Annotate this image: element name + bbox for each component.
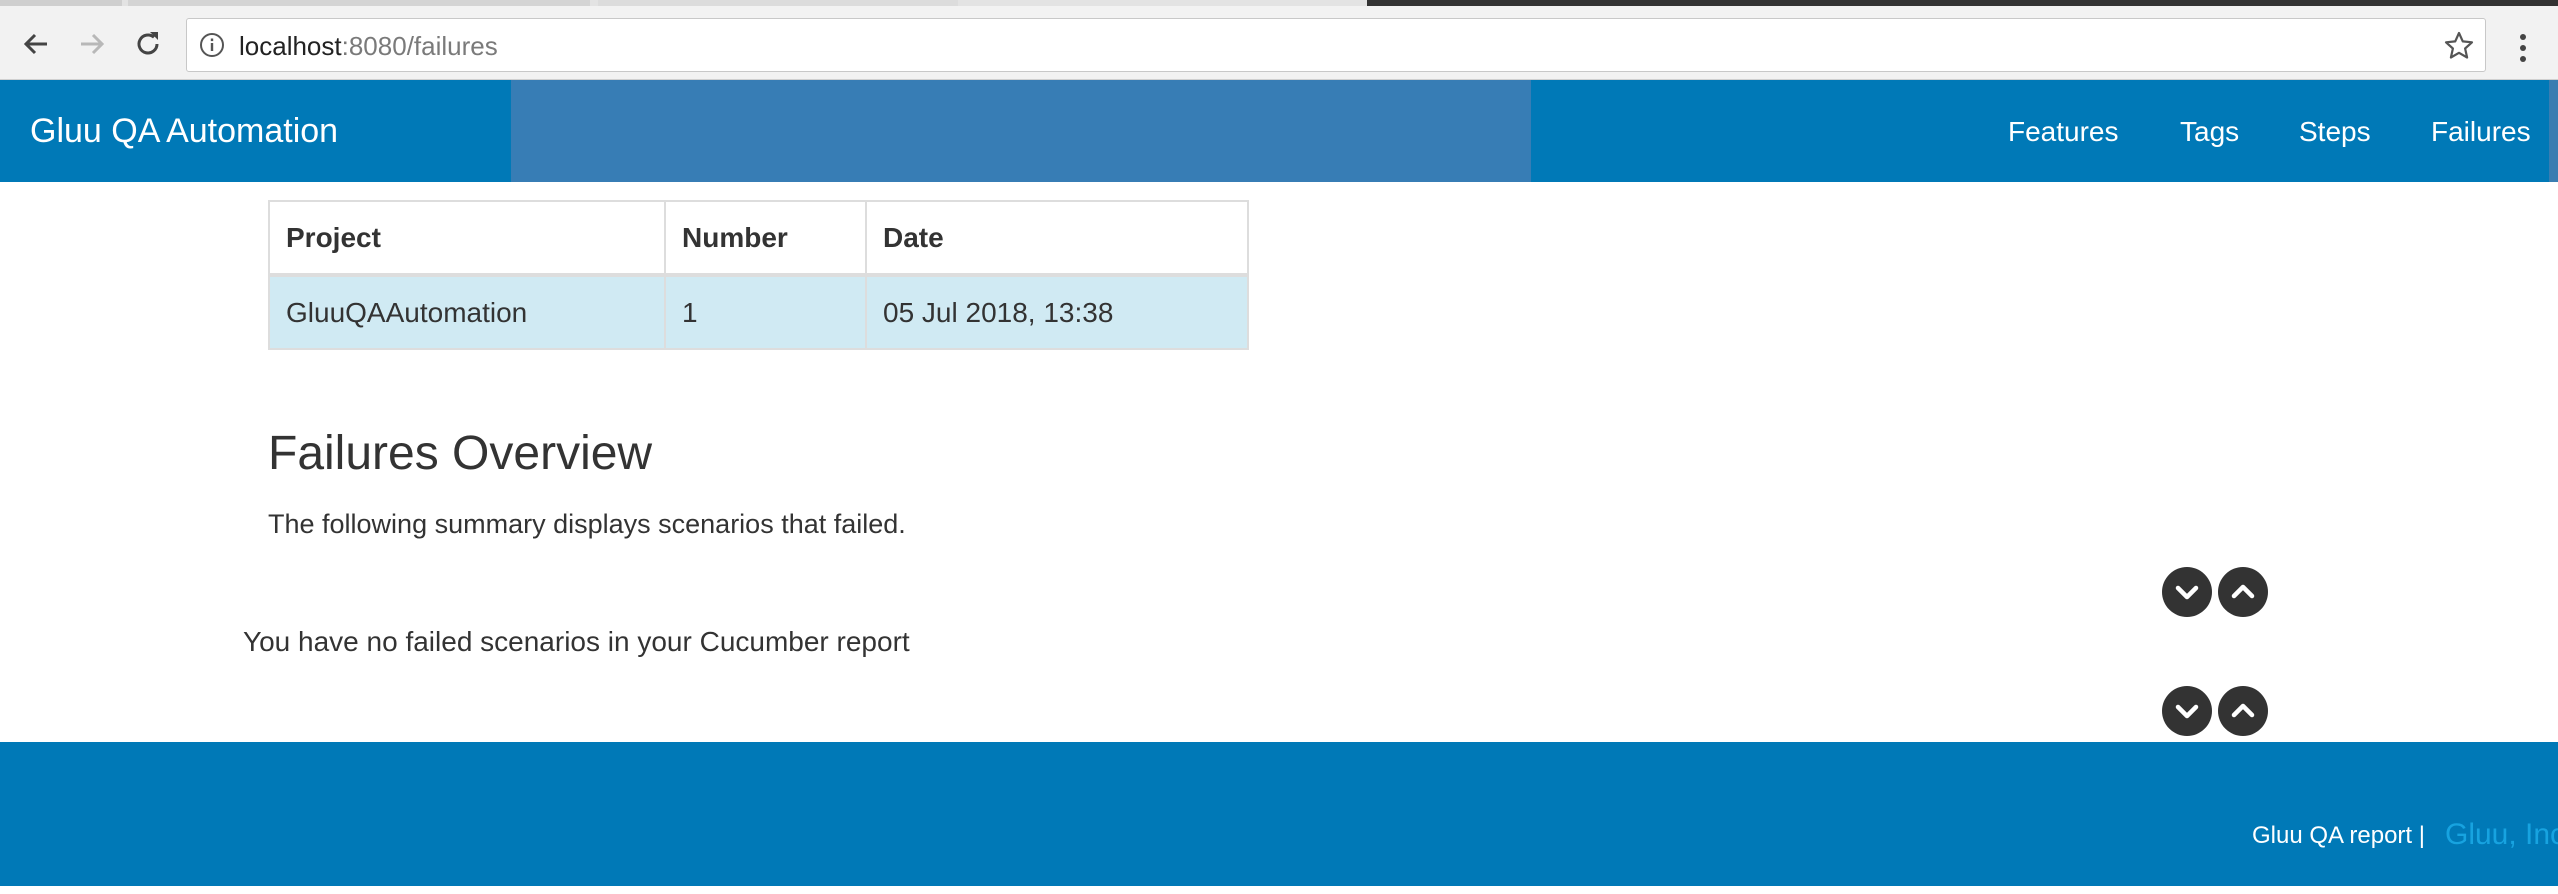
top-navbar: Gluu QA Automation Features Tags Steps F… (0, 80, 2558, 182)
expand-all-button[interactable] (2162, 567, 2212, 617)
footer-company-link[interactable]: Gluu, Inc (2445, 818, 2558, 852)
kebab-menu-icon[interactable] (2508, 28, 2538, 68)
url-text[interactable]: localhost:8080/failures (239, 32, 498, 60)
collapse-all-button[interactable] (2218, 686, 2268, 736)
page-footer: Gluu QA report | Gluu, Inc (0, 742, 2558, 886)
column-header-project: Project (268, 200, 666, 277)
table-row: GluuQAAutomation 1 05 Jul 2018, 13:38 (268, 274, 1249, 350)
chevron-down-icon (2175, 585, 2199, 600)
page-description: The following summary displays scenarios… (268, 509, 906, 539)
page-title: Failures Overview (268, 427, 653, 480)
nav-item-tags[interactable]: Tags (2180, 116, 2239, 148)
forward-button[interactable] (70, 22, 114, 66)
navbar-highlight (511, 80, 1531, 182)
chevron-up-icon (2231, 584, 2255, 599)
column-header-date: Date (865, 200, 1249, 277)
reload-button[interactable] (126, 22, 170, 66)
number-cell: 1 (664, 274, 867, 350)
nav-item-failures[interactable]: Failures (2431, 116, 2531, 148)
nav-item-features[interactable]: Features (2008, 116, 2119, 148)
page-bottom (0, 886, 2558, 894)
empty-state-message: You have no failed scenarios in your Cuc… (243, 626, 910, 657)
reload-icon (137, 32, 159, 55)
expand-all-button[interactable] (2162, 686, 2212, 736)
url-path: :8080/failures (341, 31, 498, 61)
star-icon[interactable] (2443, 30, 2475, 62)
arrow-right-icon (81, 33, 105, 55)
navbar-scroll-edge (2549, 80, 2558, 182)
collapse-all-button[interactable] (2218, 567, 2268, 617)
url-host: localhost (239, 31, 342, 61)
nav-item-steps[interactable]: Steps (2299, 116, 2371, 148)
browser-toolbar: localhost:8080/failures (0, 6, 2558, 80)
brand-title[interactable]: Gluu QA Automation (30, 112, 338, 150)
report-info-table: Project Number Date GluuQAAutomation 1 0… (268, 200, 1249, 350)
date-cell: 05 Jul 2018, 13:38 (865, 274, 1249, 350)
table-header-row: Project Number Date (268, 200, 1249, 277)
project-cell: GluuQAAutomation (268, 274, 666, 350)
back-button[interactable] (14, 22, 58, 66)
arrow-left-icon (23, 33, 47, 55)
info-icon[interactable] (199, 32, 225, 58)
footer-text: Gluu QA report | (2252, 822, 2425, 849)
column-header-number: Number (664, 200, 867, 277)
chevron-up-icon (2231, 703, 2255, 718)
address-bar[interactable]: localhost:8080/failures (186, 18, 2486, 72)
chevron-down-icon (2175, 704, 2199, 719)
